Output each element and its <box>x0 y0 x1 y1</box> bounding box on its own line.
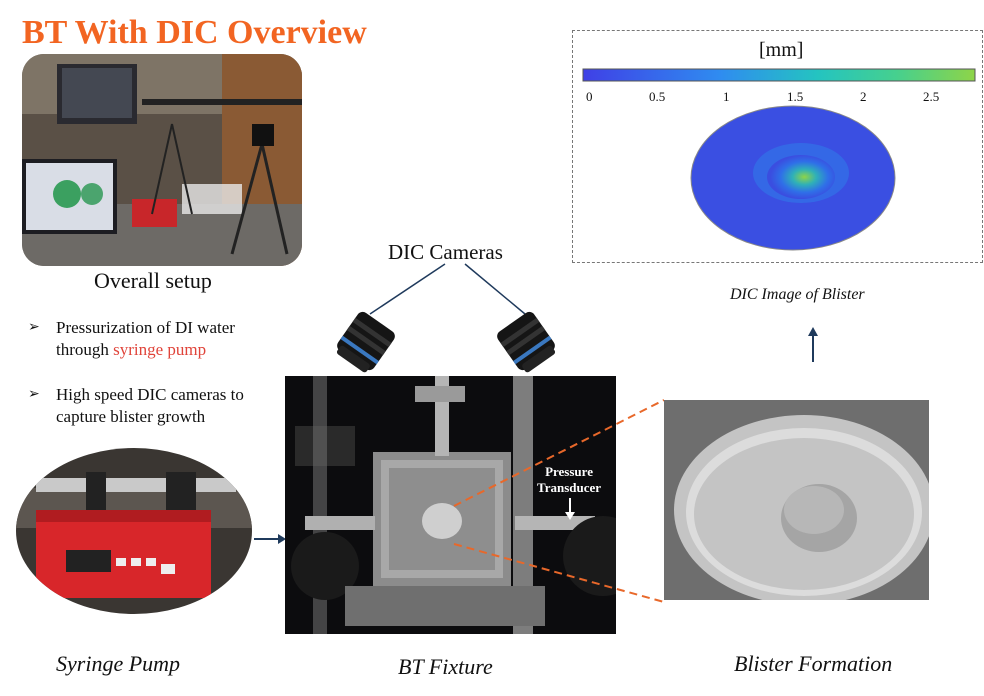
dic-image-caption: DIC Image of Blister <box>730 286 865 303</box>
colorbar-tick: 2.5 <box>923 89 940 104</box>
dic-blister-contour <box>690 105 896 251</box>
blister-formation-photo <box>664 400 929 600</box>
syringe-pump-highlight: syringe pump <box>113 340 207 359</box>
arrow-bullet-icon: ➢ <box>28 387 40 402</box>
bullet-line: capture blister growth <box>56 407 206 426</box>
bullet-pressurization: ➢ Pressurization of DI water through syr… <box>28 317 288 361</box>
colorbar-tick: 0 <box>586 89 593 104</box>
bullet-line: Pressurization of DI water <box>56 318 235 337</box>
dic-camera-icon <box>497 311 556 373</box>
bullet-cameras: ➢ High speed DIC cameras to capture blis… <box>28 384 288 428</box>
arrow-bullet-icon: ➢ <box>28 320 40 335</box>
bullet-line: through <box>56 340 114 359</box>
arrow-blister-to-dic <box>808 327 818 362</box>
blister-formation-caption: Blister Formation <box>734 651 893 676</box>
colorbar-tick: 0.5 <box>649 89 666 104</box>
colorbar <box>582 68 976 82</box>
colorbar-unit-label: [mm] <box>759 39 804 61</box>
syringe-pump-caption: Syringe Pump <box>56 651 181 676</box>
zoom-dashed-lines <box>453 399 665 603</box>
bt-fixture-caption: BT Fixture <box>398 654 493 679</box>
page-title: BT With DIC Overview <box>22 14 367 51</box>
arrow-pump-to-fixture <box>254 534 286 544</box>
dic-image-panel: [mm] 0 0.5 1 1.5 2 2.5 <box>572 30 983 263</box>
dic-camera-icon <box>336 311 395 373</box>
bullet-line: High speed DIC cameras to <box>56 385 244 404</box>
overall-setup-caption: Overall setup <box>94 268 212 293</box>
overall-setup-photo <box>22 54 302 266</box>
syringe-pump-photo <box>16 448 252 614</box>
